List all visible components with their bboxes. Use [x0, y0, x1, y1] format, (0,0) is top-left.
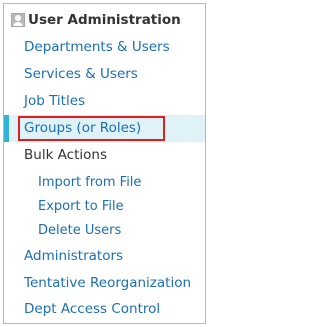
- page-title: User Administration: [28, 12, 181, 28]
- nav-item-label[interactable]: Administrators: [24, 247, 123, 266]
- nav-item-label[interactable]: Departments & Users: [24, 38, 170, 57]
- nav-item-job-titles[interactable]: Job Titles: [4, 88, 205, 115]
- nav-group-label: Bulk Actions: [24, 147, 107, 163]
- panel-header: User Administration: [4, 10, 205, 30]
- user-icon: [11, 13, 25, 27]
- nav-item-groups-roles[interactable]: Groups (or Roles): [4, 115, 205, 142]
- nav-item-label[interactable]: Delete Users: [38, 221, 121, 240]
- user-administration-panel: User Administration Departments & Users …: [3, 3, 206, 324]
- nav-item-label[interactable]: Groups (or Roles): [24, 119, 141, 138]
- nav-item-export-to-file[interactable]: Export to File: [4, 193, 205, 220]
- nav-item-import-from-file[interactable]: Import from File: [4, 169, 205, 196]
- nav-item-label[interactable]: Dept Access Control: [24, 300, 160, 319]
- nav-item-tentative-reorganization[interactable]: Tentative Reorganization: [4, 270, 205, 297]
- nav-item-services-users[interactable]: Services & Users: [4, 61, 205, 88]
- nav-item-dept-access-control[interactable]: Dept Access Control: [4, 296, 205, 323]
- nav-item-label[interactable]: Services & Users: [24, 65, 138, 84]
- nav-item-label[interactable]: Job Titles: [24, 92, 85, 111]
- nav-group-bulk-actions: Bulk Actions: [4, 142, 205, 169]
- nav-item-delete-users[interactable]: Delete Users: [4, 217, 205, 244]
- nav-item-label[interactable]: Tentative Reorganization: [24, 274, 191, 293]
- nav-item-departments-users[interactable]: Departments & Users: [4, 34, 205, 61]
- nav-item-label[interactable]: Import from File: [38, 173, 141, 192]
- nav-item-administrators[interactable]: Administrators: [4, 243, 205, 270]
- nav-item-label[interactable]: Export to File: [38, 197, 124, 216]
